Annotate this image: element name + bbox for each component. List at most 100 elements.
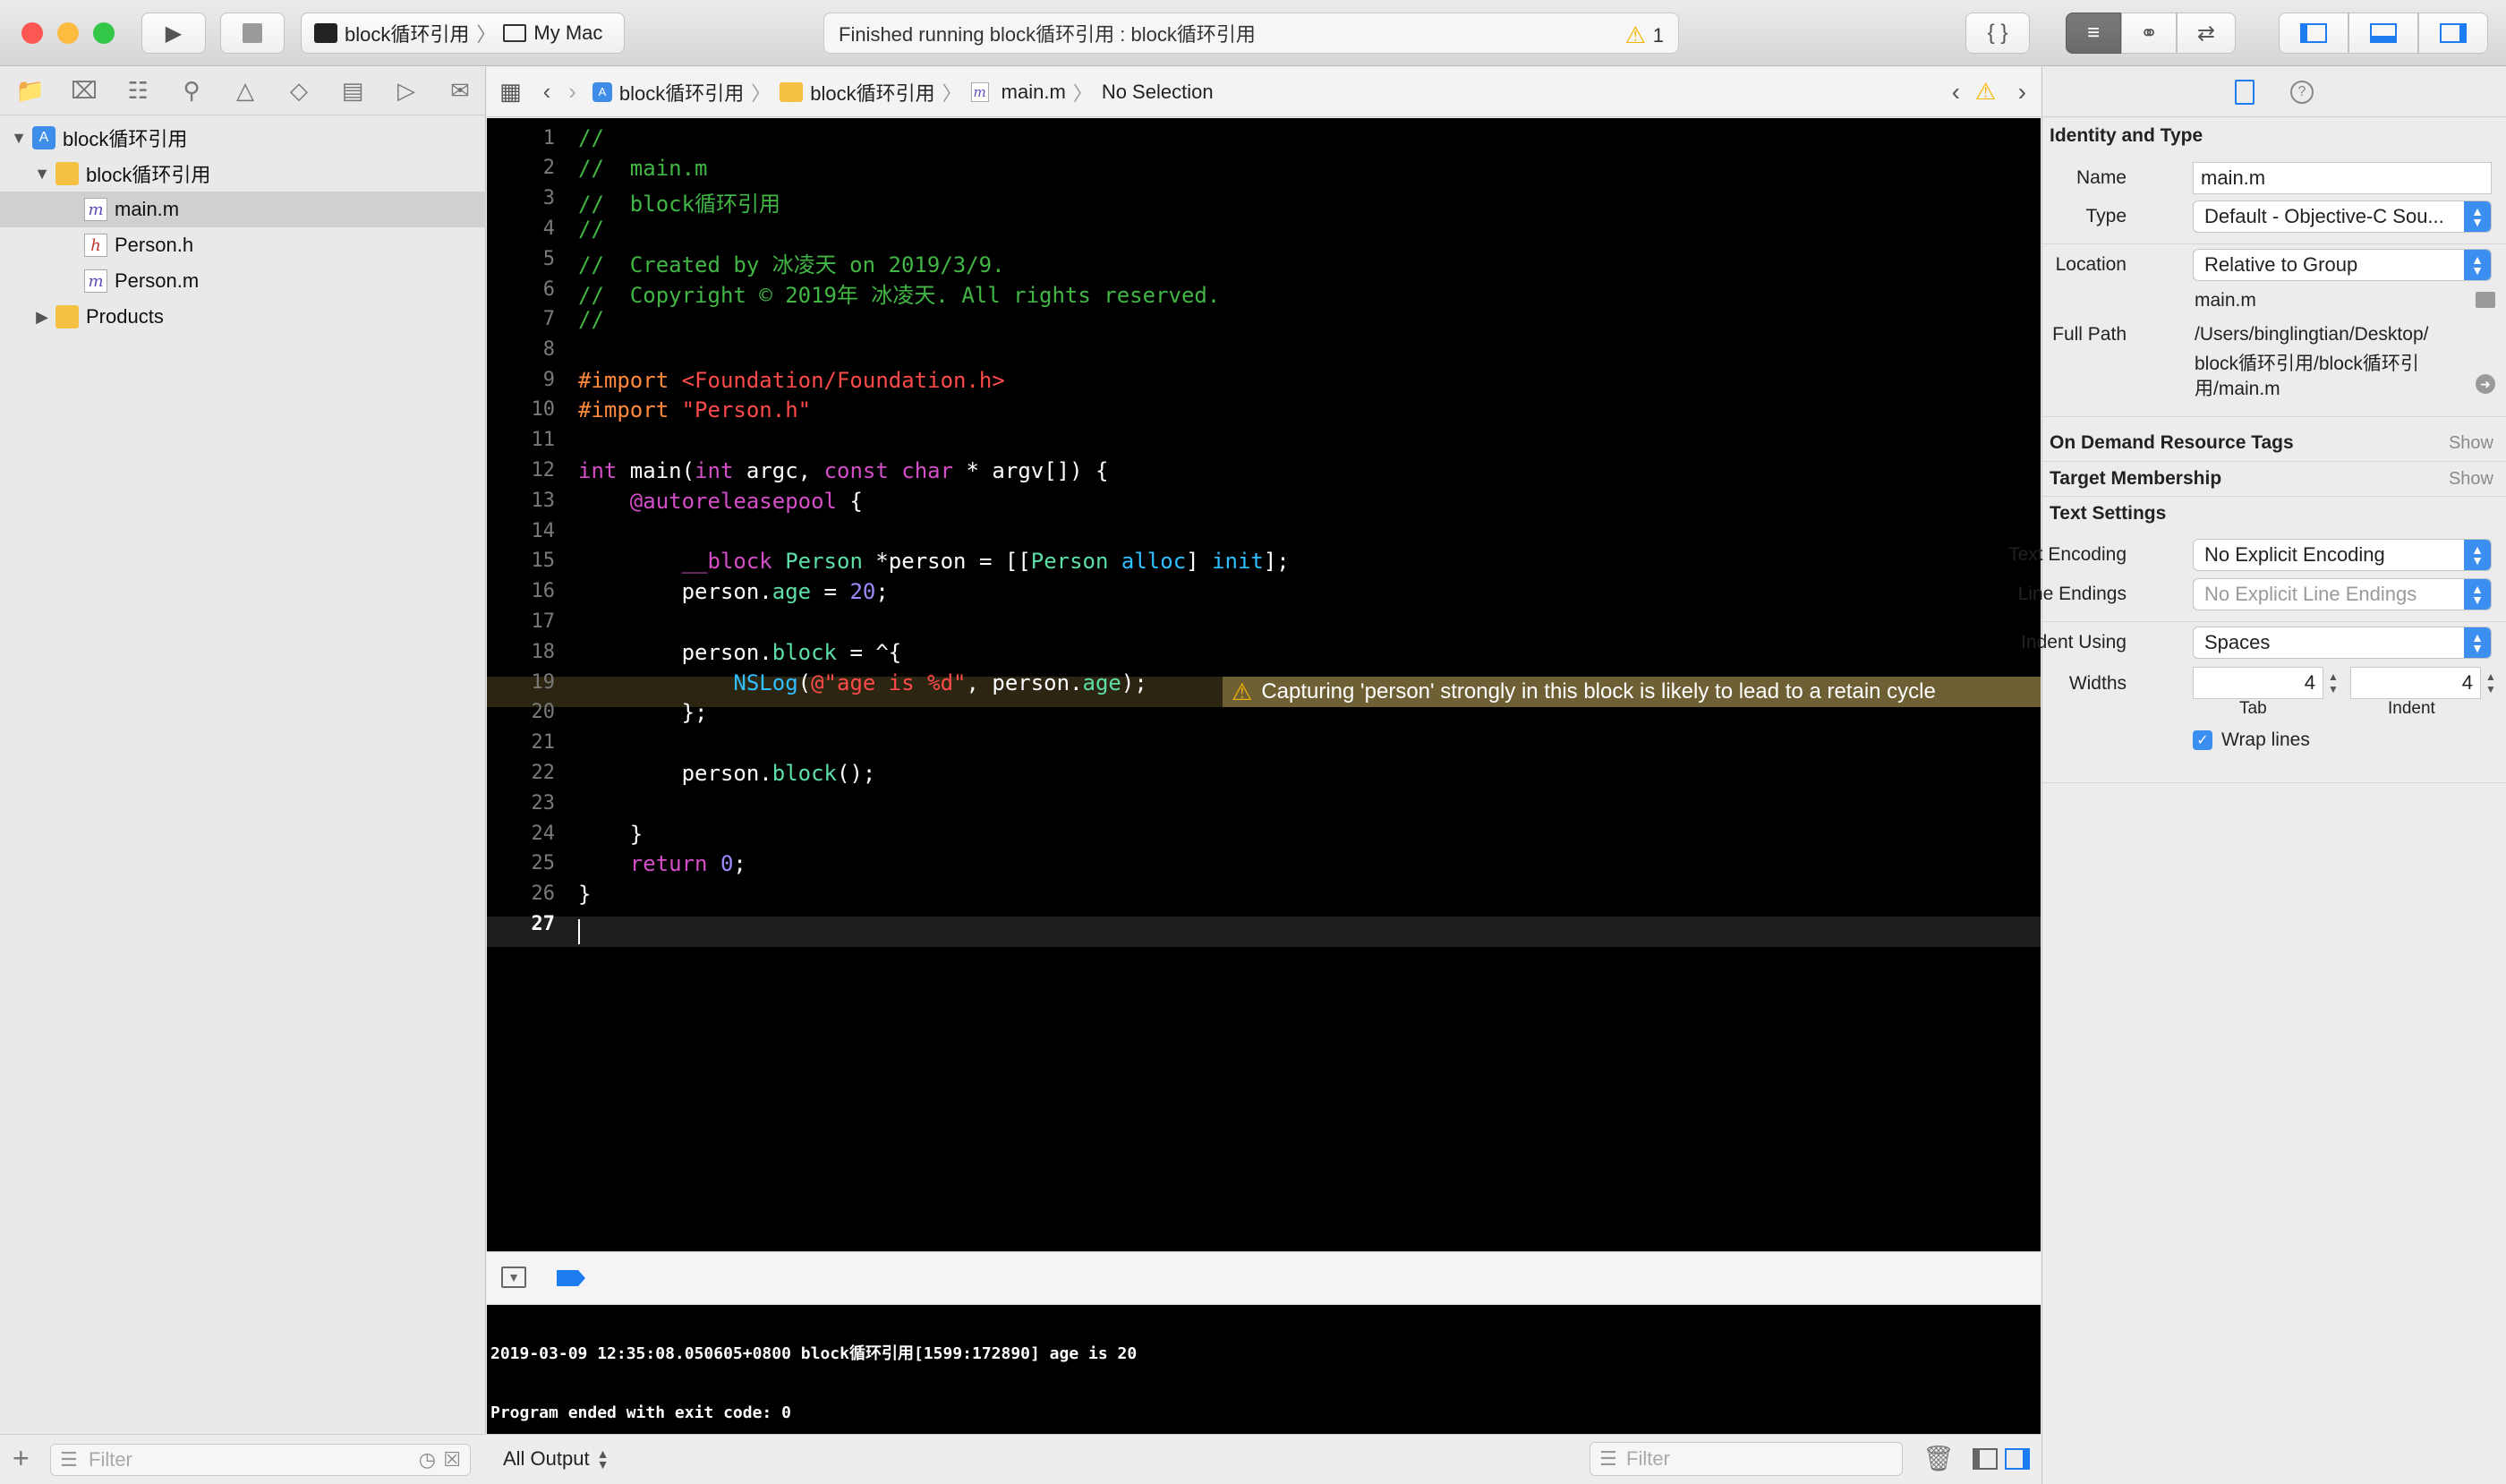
quick-help-icon[interactable]: ? (2290, 80, 2314, 104)
line-endings-label: Line Endings (2017, 584, 2127, 604)
breakpoint-toggle-icon[interactable] (557, 1270, 585, 1286)
tree-item-person-m[interactable]: m Person.m (0, 263, 486, 299)
warning-triangle-icon[interactable]: △ (227, 73, 263, 109)
location-popup[interactable]: Relative to Group ▲ ▼ (2193, 249, 2492, 281)
output-selector[interactable]: All Output ▲ ▼ (503, 1447, 609, 1471)
code-token: @autoreleasepool (629, 489, 837, 514)
tree-item-main-m[interactable]: m main.m (0, 192, 486, 227)
code-line: #import <Foundation/Foundation.h> (578, 368, 1005, 393)
indent-width-field[interactable]: 4 (2350, 667, 2481, 699)
code-token: #import (578, 368, 682, 393)
scheme-selector[interactable]: block循环引用 〉 My Mac (301, 13, 625, 54)
source-control-icon[interactable]: ⌧ (66, 73, 102, 109)
tree-item-label: block循环引用 (63, 128, 188, 150)
console-view-toggle-icon[interactable] (2005, 1448, 2030, 1470)
report-icon[interactable]: ✉ (442, 73, 478, 109)
file-inspector: ? Identity and Type Name main.m Type Def… (2008, 67, 2506, 1484)
variables-view-toggle-icon[interactable] (1973, 1448, 1998, 1470)
code-token: return (629, 851, 708, 876)
wrap-lines-checkbox[interactable]: ✓ (2193, 730, 2212, 750)
breadcrumb-symbol[interactable]: No Selection (1102, 81, 1214, 104)
tree-item-person-h[interactable]: h Person.h (0, 227, 486, 263)
toggle-debug-area-button[interactable] (2348, 13, 2418, 54)
line-endings-popup[interactable]: No Explicit Line Endings ▲ ▼ (2193, 578, 2492, 610)
toggle-inspector-button[interactable] (2418, 13, 2488, 54)
type-popup[interactable]: Default - Objective-C Sou... ▲ ▼ (2193, 200, 2492, 233)
console-filter-input[interactable]: ☰ Filter (1590, 1442, 1903, 1476)
minimize-window-button[interactable] (57, 22, 79, 44)
hide-debug-area-icon[interactable]: ▼ (501, 1267, 526, 1288)
text-encoding-popup[interactable]: No Explicit Encoding ▲ ▼ (2193, 539, 2492, 571)
disclosure-open-icon[interactable]: ▼ (9, 129, 29, 148)
indent-width-caption: Indent (2388, 699, 2435, 718)
console-output[interactable]: 2019-03-09 12:35:08.050605+0800 block循环引… (487, 1305, 2041, 1434)
next-issue-icon[interactable]: › (2018, 78, 2026, 107)
lines-icon: ≡ (2086, 21, 2100, 45)
inline-warning-message[interactable]: ⚠ Capturing 'person' strongly in this bl… (1223, 677, 2041, 707)
disclosure-closed-icon[interactable]: ▶ (32, 308, 52, 327)
breadcrumb-project[interactable]: A block循环引用 (592, 78, 744, 107)
navigator-filter-input[interactable]: ☰ Filter ◷ ☒ (50, 1444, 471, 1476)
stop-button[interactable] (220, 13, 285, 54)
code-token: main( (617, 458, 695, 483)
tab-width-stepper[interactable]: ▲ ▼ (2325, 668, 2341, 698)
recent-files-icon[interactable]: ◷ (419, 1448, 436, 1471)
warning-text: Capturing 'person' strongly in this bloc… (1261, 679, 1936, 704)
debug-icon[interactable]: ▤ (335, 73, 371, 109)
line-number: 23 (531, 792, 556, 814)
add-icon[interactable]: + (13, 1442, 30, 1475)
widths-label: Widths (2068, 673, 2127, 694)
activity-status: Finished running block循环引用 : block循环引用 ⚠… (823, 13, 1679, 54)
test-diamond-icon[interactable]: ◇ (281, 73, 317, 109)
forward-arrow-icon[interactable]: › (568, 78, 576, 106)
source-editor[interactable]: 1 2 3 4 5 6 7 8 9 10 11 12 13 14 15 16 1… (487, 118, 2041, 1251)
indent-width-stepper[interactable]: ▲ ▼ (2483, 668, 2499, 698)
breadcrumb-group[interactable]: block循环引用 (780, 78, 935, 107)
reveal-in-finder-icon[interactable]: ➜ (2476, 374, 2495, 394)
breakpoint-icon[interactable]: ▷ (388, 73, 424, 109)
location-file-name: main.m (2195, 290, 2256, 311)
swap-arrows-icon: ⇄ (2196, 21, 2216, 46)
code-token: *person = [[ (862, 549, 1031, 574)
assistant-editor-button[interactable]: ⚭ (2121, 13, 2177, 54)
folder-icon[interactable]: 📁 (13, 73, 48, 109)
file-inspector-icon[interactable] (2235, 79, 2255, 105)
name-field[interactable]: main.m (2193, 162, 2492, 194)
toggle-navigator-button[interactable] (2279, 13, 2348, 54)
zoom-window-button[interactable] (93, 22, 115, 44)
reveal-folder-icon[interactable] (2476, 292, 2495, 308)
code-token: person. (578, 761, 772, 786)
back-arrow-icon[interactable]: ‹ (543, 78, 551, 106)
indent-using-popup[interactable]: Spaces ▲ ▼ (2193, 627, 2492, 659)
standard-editor-button[interactable]: ≡ (2066, 13, 2121, 54)
source-control-filter-icon[interactable]: ☒ (443, 1448, 461, 1471)
tab-width-field[interactable]: 4 (2193, 667, 2323, 699)
code-line: #import "Person.h" (578, 397, 811, 422)
code-token: ; (875, 579, 889, 604)
odr-tags-show-button[interactable]: Show (2449, 433, 2493, 454)
library-button[interactable]: { } (1965, 13, 2030, 54)
disclosure-open-icon[interactable]: ▼ (32, 165, 52, 183)
trash-icon[interactable]: 🗑 (1922, 1444, 1955, 1473)
line-number: 11 (531, 429, 556, 451)
run-button[interactable]: ▶ (141, 13, 206, 54)
breadcrumb-file[interactable]: m main.m (970, 81, 1066, 104)
debug-bar: ▼ (487, 1251, 2041, 1305)
search-icon[interactable]: ⚲ (174, 73, 209, 109)
related-items-icon[interactable]: ▦ (499, 78, 522, 106)
tree-item-group[interactable]: ▼ block循环引用 (0, 156, 486, 192)
tree-item-products[interactable]: ▶ Products (0, 299, 486, 335)
warning-icon: ⚠ (1232, 678, 1253, 705)
target-membership-show-button[interactable]: Show (2449, 469, 2493, 490)
prev-issue-icon[interactable]: ‹ (1952, 78, 1960, 107)
code-line: // (578, 307, 604, 332)
close-window-button[interactable] (21, 22, 43, 44)
venn-icon: ⚭ (2139, 21, 2159, 46)
issue-warning-icon[interactable]: ⚠ (1975, 78, 1996, 106)
code-line: // (578, 217, 604, 242)
code-token: init (1212, 549, 1264, 574)
tree-item-project[interactable]: ▼ A block循环引用 (0, 120, 486, 156)
version-editor-button[interactable]: ⇄ (2177, 13, 2236, 54)
symbol-icon[interactable]: ☷ (120, 73, 156, 109)
status-warning-badge[interactable]: ⚠ 1 (1624, 21, 1664, 49)
